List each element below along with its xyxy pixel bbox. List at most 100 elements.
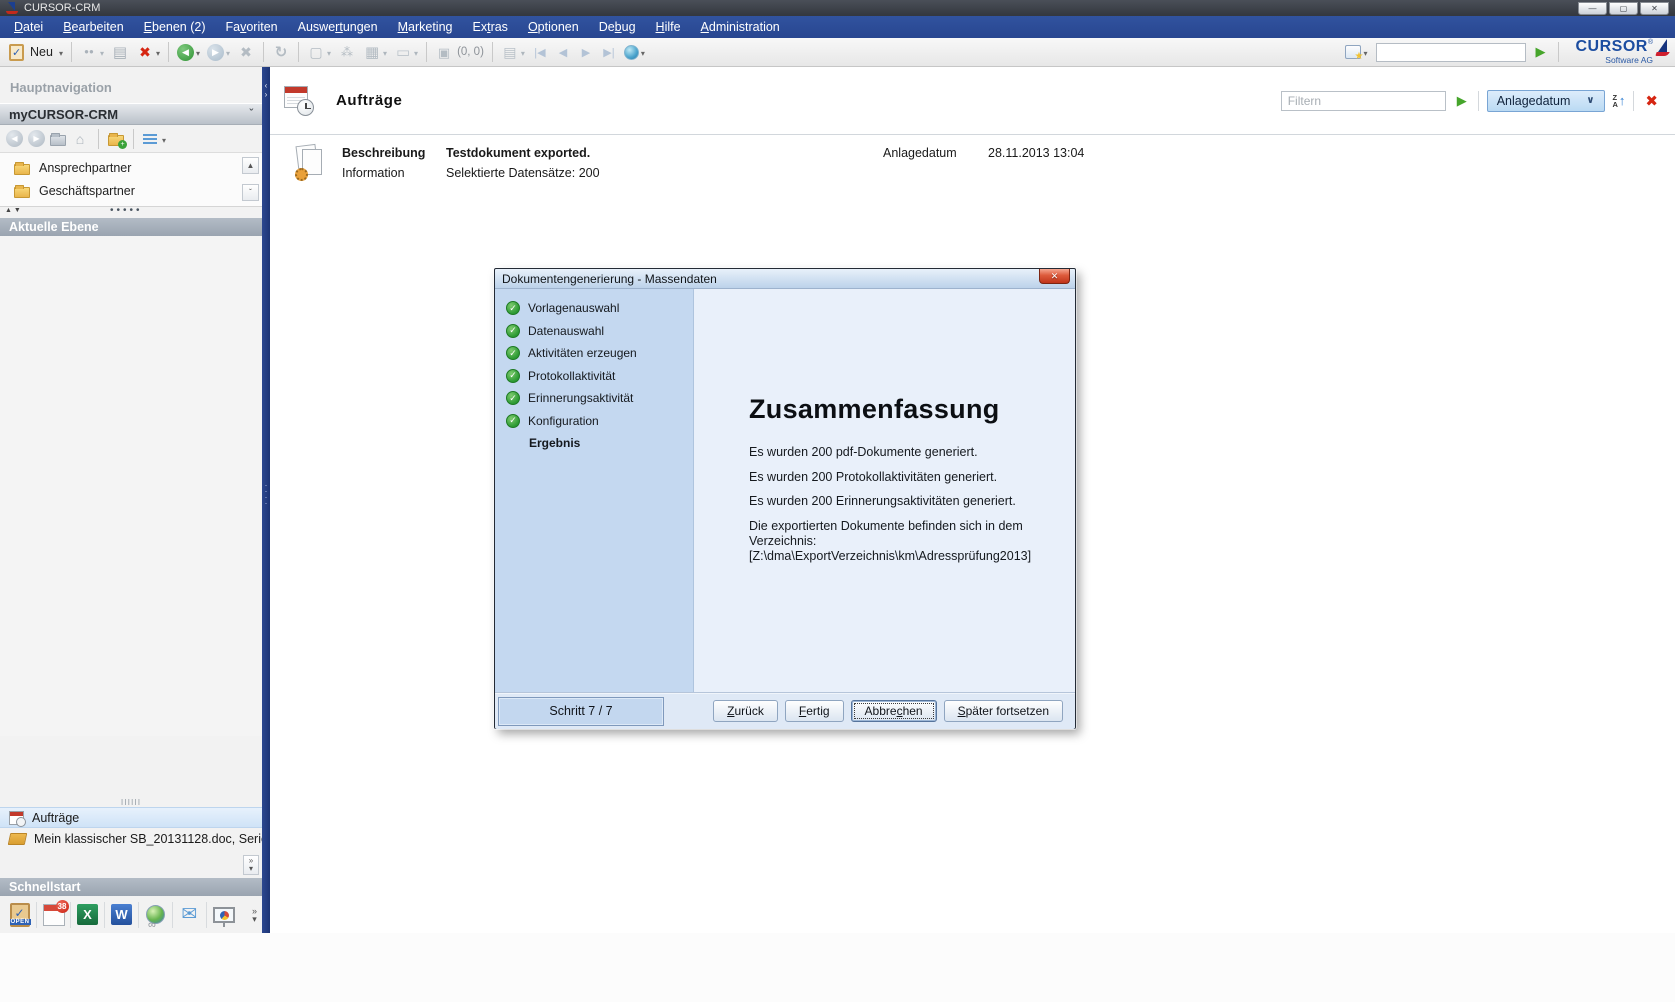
- global-search-button[interactable]: [621, 43, 648, 62]
- word-icon: W: [111, 904, 132, 925]
- menu-debug[interactable]: Debug: [589, 16, 646, 38]
- recent-item-document[interactable]: Mein klassischer SB_20131128.doc, Serien…: [0, 828, 262, 849]
- menu-administration[interactable]: Administration: [691, 16, 790, 38]
- delete-dropdown-icon[interactable]: [156, 45, 160, 59]
- record-row[interactable]: Beschreibung Information Testdokument ex…: [270, 135, 1675, 181]
- menu-datei[interactable]: Datei: [4, 16, 53, 38]
- back-dropdown-icon[interactable]: [196, 45, 200, 59]
- continue-later-button[interactable]: Später fortsetzen: [944, 700, 1063, 722]
- clear-filter-button[interactable]: [1642, 90, 1661, 112]
- recent-overflow-button[interactable]: »▾: [243, 855, 259, 875]
- menu-marketing[interactable]: Marketing: [388, 16, 463, 38]
- printer-icon: [363, 43, 381, 61]
- main-splitter[interactable]: ‹› ····: [262, 67, 270, 933]
- cancel-button[interactable]: [234, 41, 258, 63]
- back-button[interactable]: ◀: [174, 42, 203, 63]
- quickstart-mail-button[interactable]: ✉: [173, 900, 206, 930]
- sort-direction-button[interactable]: ZA ↑: [1613, 93, 1626, 108]
- panel-button[interactable]: [391, 41, 421, 63]
- minimize-button[interactable]: —: [1578, 2, 1607, 15]
- step-ergebnis[interactable]: Ergebnis: [495, 432, 693, 455]
- quickstart-word-button[interactable]: W: [105, 900, 138, 930]
- filter-apply-button[interactable]: [1454, 91, 1470, 111]
- menu-extras[interactable]: Extras: [462, 16, 517, 38]
- quickstart-open-button[interactable]: OPEN: [3, 900, 36, 930]
- view-mode-dropdown-icon[interactable]: [162, 132, 166, 146]
- home-button[interactable]: [71, 130, 89, 148]
- sort-field-dropdown[interactable]: Anlagedatum ∨: [1487, 90, 1605, 112]
- close-button[interactable]: ✕: [1640, 2, 1669, 15]
- step-konfiguration[interactable]: ✓Konfiguration: [495, 410, 693, 433]
- step-protokollaktivitaet[interactable]: ✓Protokollaktivität: [495, 365, 693, 388]
- cancel-wizard-button[interactable]: Abbrechen: [851, 700, 937, 722]
- workflow-button[interactable]: [335, 41, 359, 63]
- quickstart-excel-button[interactable]: X: [71, 900, 104, 930]
- tree-scroll-up-button[interactable]: ▲: [242, 157, 259, 174]
- finish-button[interactable]: Fertig: [785, 700, 844, 722]
- first-record-button[interactable]: |◀: [529, 44, 551, 61]
- new-button[interactable]: Neu: [6, 42, 66, 63]
- menu-auswertungen[interactable]: Auswertungen: [288, 16, 388, 38]
- quickstart-presentation-button[interactable]: [207, 900, 240, 930]
- splitter-grip-icon[interactable]: ····: [262, 482, 270, 506]
- bottom-splitter-handle[interactable]: ⅠⅠⅠⅠⅠⅠ: [0, 798, 262, 807]
- export-button[interactable]: [498, 41, 528, 63]
- save-button[interactable]: [108, 41, 132, 63]
- favorites-pages-button[interactable]: [1342, 43, 1370, 61]
- binoculars-icon: [80, 43, 98, 61]
- maximize-button[interactable]: ▢: [1609, 2, 1638, 15]
- new-dropdown-icon[interactable]: [59, 45, 63, 59]
- quickstart-overflow-button[interactable]: »▾: [252, 907, 259, 923]
- selection-counter-button[interactable]: (0, 0): [432, 41, 487, 63]
- step-vorlagenauswahl[interactable]: ✓Vorlagenauswahl: [495, 297, 693, 320]
- filter-input[interactable]: [1281, 91, 1446, 111]
- step-datenauswahl[interactable]: ✓Datenauswahl: [495, 320, 693, 343]
- quick-search-go-button[interactable]: [1532, 42, 1548, 62]
- tree-item-geschaeftspartner[interactable]: Geschäftspartner: [0, 179, 262, 202]
- new-folder-button[interactable]: +: [108, 135, 124, 146]
- export-dropdown-icon[interactable]: [521, 45, 525, 59]
- dialog-titlebar[interactable]: Dokumentengenerierung - Massendaten ✕: [495, 269, 1075, 289]
- last-record-button[interactable]: ▶|: [598, 44, 620, 61]
- forward-dropdown-icon[interactable]: [226, 45, 230, 59]
- global-search-dropdown-icon[interactable]: [641, 45, 645, 59]
- menu-hilfe[interactable]: Hilfe: [646, 16, 691, 38]
- back-step-button[interactable]: Zurück: [713, 700, 778, 722]
- sidebar-group-mycursor[interactable]: myCURSOR-CRM ˇ: [0, 103, 262, 125]
- folder-up-button[interactable]: [50, 135, 66, 146]
- refresh-button[interactable]: [269, 41, 293, 63]
- nav-forward-button[interactable]: ▶: [28, 130, 45, 147]
- tree-item-ansprechpartner[interactable]: Ansprechpartner: [0, 156, 262, 179]
- tree-scroll-down-button[interactable]: ˇ: [242, 184, 259, 201]
- copy-dropdown-icon[interactable]: [327, 45, 331, 59]
- panel-dropdown-icon[interactable]: [414, 45, 418, 59]
- nav-back-button[interactable]: ◀: [6, 130, 23, 147]
- splitter-handle-icon[interactable]: •••••: [110, 205, 143, 216]
- favorites-dropdown-icon[interactable]: [1363, 45, 1367, 59]
- recent-item-auftraege[interactable]: Aufträge: [0, 807, 262, 828]
- dialog-close-button[interactable]: ✕: [1039, 269, 1070, 284]
- copy-button[interactable]: [304, 41, 334, 63]
- prev-record-button[interactable]: ◀: [552, 44, 574, 61]
- search-dropdown-icon[interactable]: [100, 45, 104, 59]
- menu-bearbeiten[interactable]: Bearbeiten: [53, 16, 133, 38]
- quickstart-calendar-button[interactable]: 38: [37, 900, 70, 930]
- chevron-down-icon[interactable]: ˇ: [249, 108, 253, 120]
- sidebar-splitter[interactable]: ▲▼ •••••: [0, 207, 262, 218]
- quickstart-weblink-button[interactable]: [139, 900, 172, 930]
- next-record-button[interactable]: ▶: [575, 44, 597, 61]
- splitter-arrows-icon[interactable]: ▲▼: [5, 207, 23, 214]
- splitter-collapse-icons[interactable]: ‹›: [262, 81, 270, 99]
- print-dropdown-icon[interactable]: [383, 45, 387, 59]
- menu-favoriten[interactable]: Favoriten: [216, 16, 288, 38]
- menu-optionen[interactable]: Optionen: [518, 16, 589, 38]
- forward-button[interactable]: ▶: [204, 42, 233, 63]
- view-mode-button[interactable]: [143, 133, 157, 145]
- search-button[interactable]: [77, 41, 107, 63]
- menu-ebenen[interactable]: Ebenen (2): [134, 16, 216, 38]
- delete-button[interactable]: [133, 41, 163, 63]
- quick-search-input[interactable]: [1376, 43, 1526, 62]
- step-aktivitaeten-erzeugen[interactable]: ✓Aktivitäten erzeugen: [495, 342, 693, 365]
- step-erinnerungsaktivitaet[interactable]: ✓Erinnerungsaktivität: [495, 387, 693, 410]
- print-button[interactable]: [360, 41, 390, 63]
